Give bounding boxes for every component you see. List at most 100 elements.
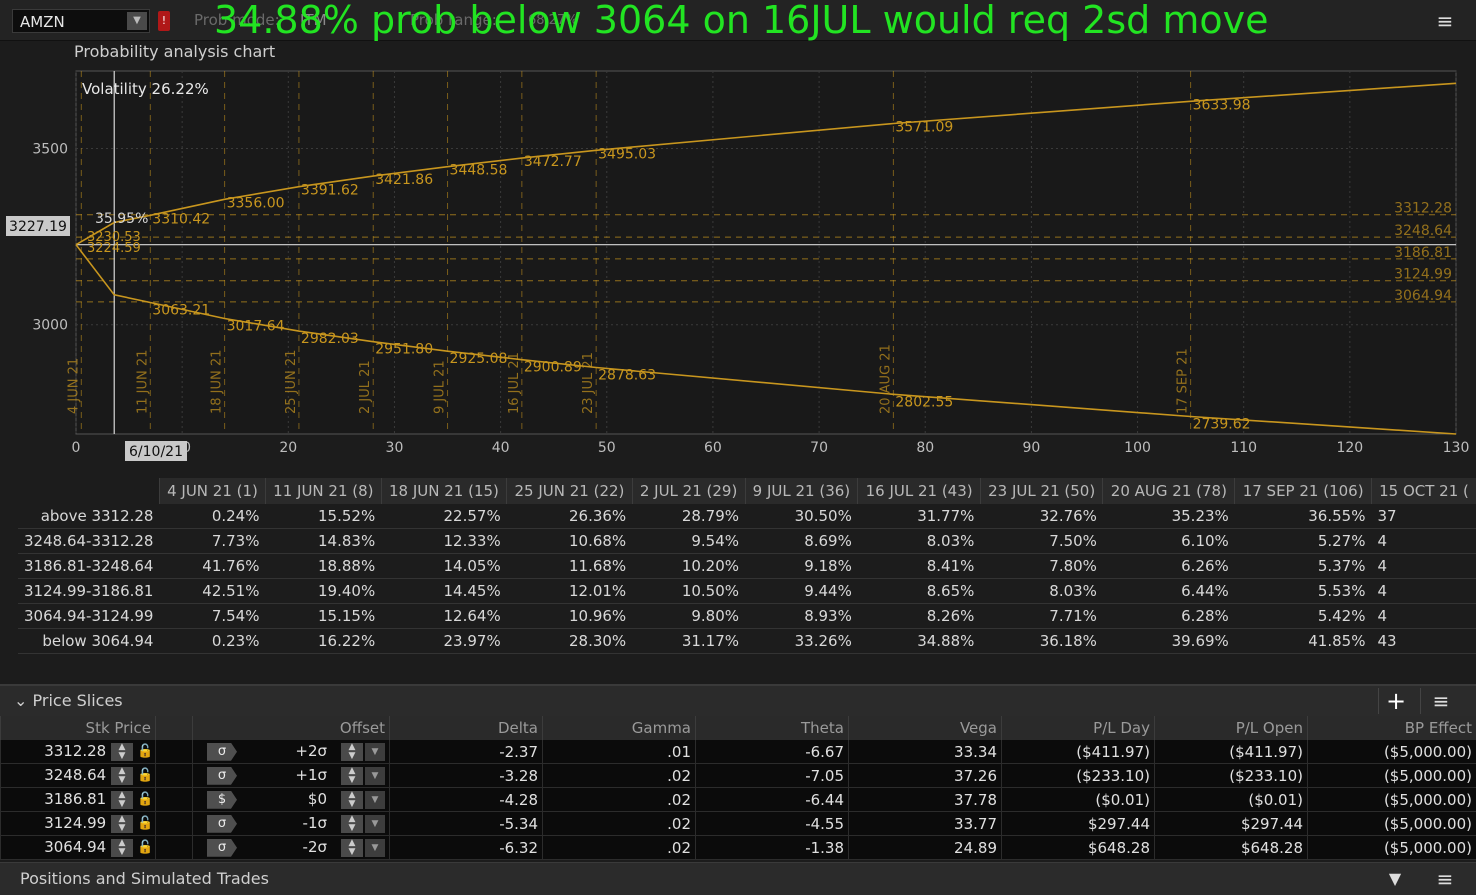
stk-price-cell[interactable]: 3064.94 ▲▼🔓 xyxy=(1,836,156,860)
table-row[interactable]: 3312.28 ▲▼🔓σ+2σ▲▼▼-2.37.01-6.6733.34($41… xyxy=(1,740,1476,764)
probability-cell: 31.77% xyxy=(858,504,981,529)
stk-price[interactable]: 3064.94 xyxy=(44,838,106,856)
center-label-lower: 3224.59 xyxy=(87,241,141,256)
stepper-icon[interactable]: ▲▼ xyxy=(111,767,133,785)
stk-price[interactable]: 3312.28 xyxy=(44,742,106,760)
header-expiry[interactable]: 15 OCT 21 ( xyxy=(1371,478,1476,504)
offset-value[interactable]: $0 xyxy=(237,790,327,808)
probability-cell: 12.33% xyxy=(381,529,506,554)
offset-cell[interactable]: σ+2σ ▲▼▼ xyxy=(193,740,390,764)
stk-price-cell[interactable]: 3312.28 ▲▼🔓 xyxy=(1,740,156,764)
theta-cell: -6.44 xyxy=(696,788,849,812)
offset-mode-icon[interactable]: σ xyxy=(207,815,237,833)
pl-open-cell: ($233.10) xyxy=(1155,764,1308,788)
offset-cell[interactable]: $$0 ▲▼▼ xyxy=(193,788,390,812)
offset-cell[interactable]: σ+1σ ▲▼▼ xyxy=(193,764,390,788)
expiry-label: 18 JUN 21 xyxy=(210,350,225,414)
probability-cell: 33.26% xyxy=(745,629,858,654)
table-row[interactable]: 3186.81 ▲▼🔓$$0▲▼▼-4.28.02-6.4437.78($0.0… xyxy=(1,788,1476,812)
header-expiry[interactable]: 4 JUN 21 (1) xyxy=(159,478,265,504)
x-tick-label: 20 xyxy=(279,440,297,456)
volatility-label: Volatility 26.22% xyxy=(82,80,209,98)
positions-header[interactable]: Positions and Simulated Trades ▼ ≡ xyxy=(0,862,1476,895)
collapse-icon[interactable]: ▼ xyxy=(1380,867,1410,891)
curve-value-label: 2925.08 xyxy=(450,351,508,367)
price-slices-header[interactable]: ⌄ Price Slices + ≡ xyxy=(0,684,1476,716)
offset-value[interactable]: -1σ xyxy=(237,814,327,832)
table-row[interactable]: 3248.64 ▲▼🔓σ+1σ▲▼▼-3.28.02-7.0537.26($23… xyxy=(1,764,1476,788)
offset-mode-icon[interactable]: σ xyxy=(207,839,237,857)
offset-value[interactable]: -2σ xyxy=(237,838,327,856)
header-expiry[interactable]: 9 JUL 21 (36) xyxy=(745,478,858,504)
x-axis-labels: 0102030405060708090100110120130 xyxy=(72,440,1470,456)
positions-title[interactable]: Positions and Simulated Trades xyxy=(20,869,269,888)
pl-day-cell: ($411.97) xyxy=(1002,740,1155,764)
stepper-icon[interactable]: ▲▼ xyxy=(111,791,133,809)
menu-icon[interactable]: ≡ xyxy=(1420,688,1461,714)
chevron-down-icon[interactable]: ⌄ xyxy=(14,691,27,710)
chevron-down-icon[interactable]: ▼ xyxy=(365,791,385,809)
blank-cell xyxy=(156,740,193,764)
table-row[interactable]: 3124.99 ▲▼🔓σ-1σ▲▼▼-5.34.02-4.5533.77$297… xyxy=(1,812,1476,836)
chevron-down-icon[interactable]: ▼ xyxy=(365,743,385,761)
offset-cell[interactable]: σ-2σ ▲▼▼ xyxy=(193,836,390,860)
menu-icon[interactable]: ≡ xyxy=(1430,867,1460,891)
lock-icon[interactable]: 🔓 xyxy=(137,816,151,832)
stepper-icon[interactable]: ▲▼ xyxy=(111,815,133,833)
header-expiry[interactable]: 16 JUL 21 (43) xyxy=(858,478,981,504)
probability-cell: 8.93% xyxy=(745,604,858,629)
offset-cell[interactable]: σ-1σ ▲▼▼ xyxy=(193,812,390,836)
table-row[interactable]: 3064.94 ▲▼🔓σ-2σ▲▼▼-6.32.02-1.3824.89$648… xyxy=(1,836,1476,860)
offset-mode-icon[interactable]: $ xyxy=(207,791,237,809)
probability-chart[interactable]: 4 JUN 2111 JUN 2118 JUN 2125 JUN 212 JUL… xyxy=(0,64,1476,464)
offset-value[interactable]: +1σ xyxy=(237,766,327,784)
header-expiry[interactable]: 11 JUN 21 (8) xyxy=(265,478,381,504)
header-expiry[interactable]: 23 JUL 21 (50) xyxy=(980,478,1103,504)
offset-mode-icon[interactable]: σ xyxy=(207,743,237,761)
add-icon[interactable]: + xyxy=(1378,688,1413,714)
stk-price[interactable]: 3186.81 xyxy=(44,790,106,808)
y-tick-label: 3500 xyxy=(32,142,68,158)
expiry-label: 17 SEP 21 xyxy=(1176,348,1191,414)
chevron-down-icon[interactable]: ▼ xyxy=(365,839,385,857)
stepper-icon[interactable]: ▲▼ xyxy=(341,767,363,785)
menu-icon[interactable]: ≡ xyxy=(1430,9,1460,33)
stepper-icon[interactable]: ▲▼ xyxy=(341,839,363,857)
stepper-icon[interactable]: ▲▼ xyxy=(341,815,363,833)
offset-value[interactable]: +2σ xyxy=(237,742,327,760)
header-expiry[interactable]: 18 JUN 21 (15) xyxy=(381,478,506,504)
lock-icon[interactable]: 🔓 xyxy=(137,840,151,856)
bp-effect-cell: ($5,000.00) xyxy=(1308,812,1476,836)
chevron-down-icon[interactable]: ▼ xyxy=(365,767,385,785)
stepper-icon[interactable]: ▲▼ xyxy=(111,839,133,857)
bp-effect-cell: ($5,000.00) xyxy=(1308,836,1476,860)
stepper-icon[interactable]: ▲▼ xyxy=(111,743,133,761)
stk-price-cell[interactable]: 3186.81 ▲▼🔓 xyxy=(1,788,156,812)
gamma-cell: .02 xyxy=(543,812,696,836)
lock-icon[interactable]: 🔓 xyxy=(137,792,151,808)
stepper-icon[interactable]: ▲▼ xyxy=(341,791,363,809)
stepper-icon[interactable]: ▲▼ xyxy=(341,743,363,761)
probability-cell: 8.65% xyxy=(858,579,981,604)
offset-mode-icon[interactable]: σ xyxy=(207,767,237,785)
header-expiry[interactable]: 17 SEP 21 (106) xyxy=(1235,478,1372,504)
header-expiry[interactable]: 20 AUG 21 (78) xyxy=(1103,478,1235,504)
stk-price-cell[interactable]: 3124.99 ▲▼🔓 xyxy=(1,812,156,836)
alert-icon[interactable]: ! xyxy=(158,11,170,31)
stk-price[interactable]: 3124.99 xyxy=(44,814,106,832)
probability-cell: 36.18% xyxy=(980,629,1103,654)
probability-cell: 4 xyxy=(1371,579,1476,604)
lock-icon[interactable]: 🔓 xyxy=(137,768,151,784)
header-expiry[interactable]: 2 JUL 21 (29) xyxy=(632,478,745,504)
x-tick-label: 130 xyxy=(1443,440,1470,456)
price-slices-title[interactable]: ⌄ Price Slices xyxy=(14,691,123,710)
chevron-down-icon[interactable]: ▼ xyxy=(127,12,147,30)
symbol-selector[interactable]: AMZN ▼ xyxy=(12,9,150,33)
stk-price[interactable]: 3248.64 xyxy=(44,766,106,784)
chevron-down-icon[interactable]: ▼ xyxy=(365,815,385,833)
probability-cell: 9.18% xyxy=(745,554,858,579)
header-expiry[interactable]: 25 JUN 21 (22) xyxy=(507,478,632,504)
x-tick-label: 90 xyxy=(1022,440,1040,456)
stk-price-cell[interactable]: 3248.64 ▲▼🔓 xyxy=(1,764,156,788)
lock-icon[interactable]: 🔓 xyxy=(137,744,151,760)
